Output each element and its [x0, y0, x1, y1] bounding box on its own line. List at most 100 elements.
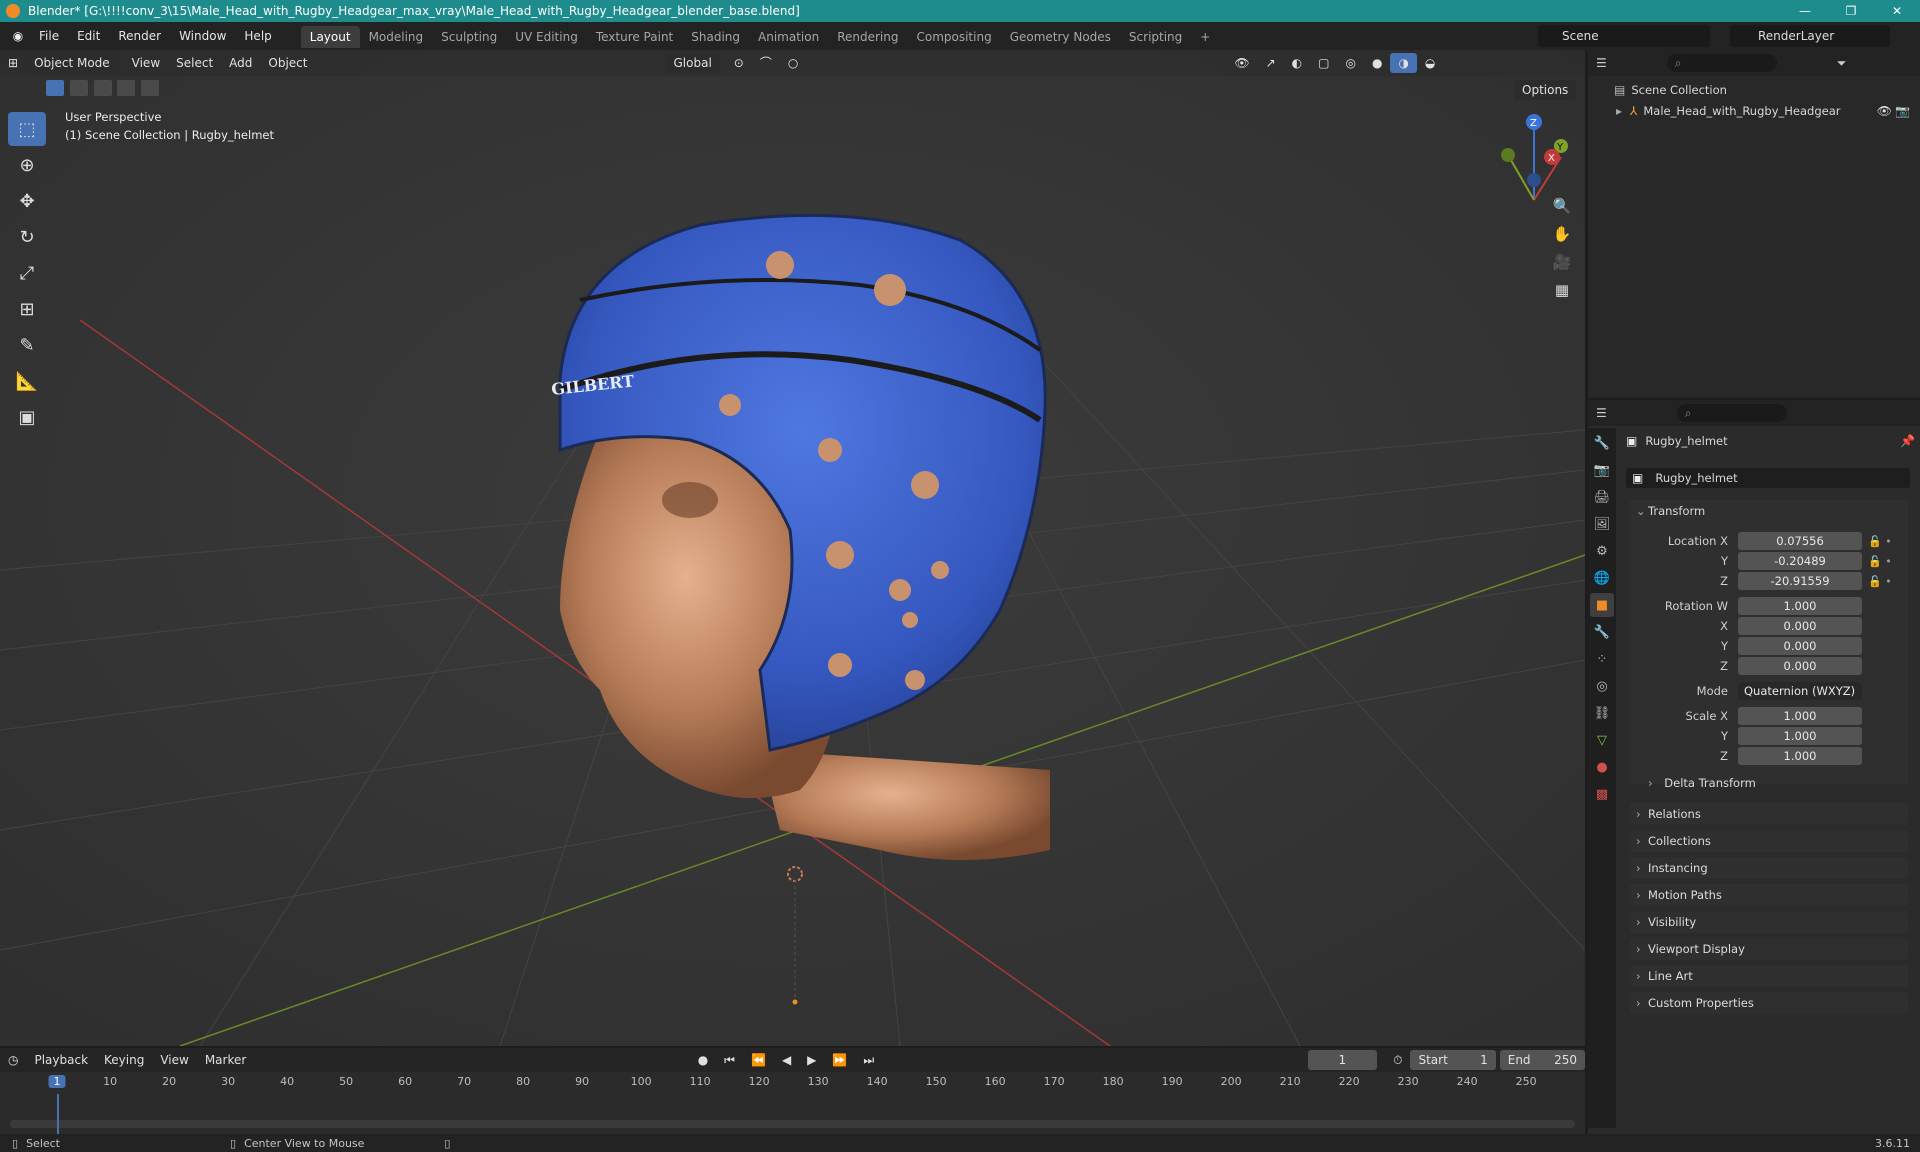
- panel-custom-properties[interactable]: Custom Properties: [1630, 992, 1908, 1014]
- outliner-row-scene-collection[interactable]: ▤ Scene Collection: [1588, 76, 1920, 98]
- rotation-w-field[interactable]: 1.000: [1738, 597, 1862, 615]
- transform-tool-icon[interactable]: ⊞: [8, 292, 46, 326]
- panel-viewport-display[interactable]: Viewport Display: [1630, 938, 1908, 960]
- play-icon[interactable]: ▶: [799, 1050, 824, 1070]
- record-icon[interactable]: ●: [690, 1050, 716, 1070]
- menu-marker[interactable]: Marker: [197, 1050, 254, 1070]
- properties-editor-icon[interactable]: ☰: [1596, 406, 1607, 420]
- jump-start-icon[interactable]: ⏮: [716, 1050, 743, 1070]
- scale-x-field[interactable]: 1.000: [1738, 707, 1862, 725]
- pan-hand-icon[interactable]: ✋: [1548, 220, 1576, 248]
- select-box-tool-icon[interactable]: ⬚: [8, 112, 46, 146]
- location-y-field[interactable]: -0.20489: [1738, 552, 1862, 570]
- proportional-edit-icon[interactable]: ○: [780, 53, 806, 73]
- menu-add[interactable]: Add: [221, 53, 260, 73]
- menu-select[interactable]: Select: [168, 53, 221, 73]
- menu-object[interactable]: Object: [260, 53, 315, 73]
- scale-tool-icon[interactable]: ⤢: [8, 256, 46, 290]
- menu-help[interactable]: Help: [235, 22, 280, 50]
- shading-material-icon[interactable]: ◑: [1390, 53, 1417, 73]
- menu-file[interactable]: File: [30, 22, 68, 50]
- render-layer-selector[interactable]: RenderLayer: [1730, 25, 1890, 47]
- tab-shading[interactable]: Shading: [682, 26, 749, 48]
- visibility-icon[interactable]: 👁: [1226, 53, 1257, 73]
- current-frame-field[interactable]: 1: [1307, 1050, 1378, 1070]
- object-datablock-field[interactable]: ▣ Rugby_helmet: [1626, 468, 1910, 488]
- panel-instancing[interactable]: Instancing: [1630, 857, 1908, 879]
- delta-transform-subpanel[interactable]: › Delta Transform: [1648, 776, 1756, 790]
- eye-visibility-icon[interactable]: 👁: [1877, 104, 1892, 118]
- scale-z-field[interactable]: 1.000: [1738, 747, 1862, 765]
- 3d-viewport[interactable]: GILBERT Z Y X: [0, 50, 1585, 1046]
- menu-edit[interactable]: Edit: [68, 22, 109, 50]
- view-layer-tab-icon[interactable]: 🖼: [1590, 512, 1614, 536]
- camera-view-icon[interactable]: 🎥: [1548, 248, 1576, 276]
- menu-view[interactable]: View: [124, 53, 168, 73]
- rotation-x-field[interactable]: 0.000: [1738, 617, 1862, 635]
- properties-search-input[interactable]: ⌕: [1676, 404, 1787, 422]
- tab-geometry-nodes[interactable]: Geometry Nodes: [1001, 26, 1120, 48]
- menu-window[interactable]: Window: [170, 22, 235, 50]
- tab-scripting[interactable]: Scripting: [1120, 26, 1191, 48]
- menu-render[interactable]: Render: [109, 22, 170, 50]
- add-cube-tool-icon[interactable]: ▣: [8, 400, 46, 434]
- rotation-z-field[interactable]: 0.000: [1738, 657, 1862, 675]
- tab-compositing[interactable]: Compositing: [907, 26, 1000, 48]
- panel-relations[interactable]: Relations: [1630, 803, 1908, 825]
- location-z-field[interactable]: -20.91559: [1738, 572, 1862, 590]
- tab-texture-paint[interactable]: Texture Paint: [587, 26, 682, 48]
- lock-icon[interactable]: 🔓 •: [1868, 532, 1908, 552]
- menu-timeline-view[interactable]: View: [152, 1050, 196, 1070]
- editor-type-icon[interactable]: ⊞: [0, 53, 26, 73]
- jump-end-icon[interactable]: ⏭: [855, 1050, 882, 1070]
- shading-wireframe-icon[interactable]: ◎: [1337, 53, 1363, 73]
- transform-orientation-dropdown[interactable]: Global: [665, 53, 720, 73]
- cursor-tool-icon[interactable]: ⊕: [8, 148, 46, 182]
- select-extend-icon[interactable]: [69, 80, 88, 96]
- shading-rendered-icon[interactable]: ◒: [1417, 53, 1443, 73]
- pivot-icon[interactable]: ⊙: [726, 53, 752, 73]
- location-x-field[interactable]: 0.07556: [1738, 532, 1862, 550]
- tab-uv-editing[interactable]: UV Editing: [506, 26, 587, 48]
- maximize-button[interactable]: ❐: [1828, 0, 1874, 22]
- close-button[interactable]: ✕: [1874, 0, 1920, 22]
- mode-dropdown[interactable]: Object Mode: [26, 53, 118, 73]
- rotation-mode-dropdown[interactable]: Quaternion (WXYZ): [1738, 682, 1862, 700]
- stopwatch-icon[interactable]: ⏱: [1385, 1050, 1410, 1070]
- render-visibility-icon[interactable]: 📷: [1895, 104, 1910, 118]
- tool-tab-icon[interactable]: 🔧: [1590, 431, 1614, 455]
- lock-icon[interactable]: 🔓 •: [1868, 552, 1908, 572]
- menu-keying[interactable]: Keying: [96, 1050, 152, 1070]
- rotation-y-field[interactable]: 0.000: [1738, 637, 1862, 655]
- lock-icon[interactable]: 🔓 •: [1868, 572, 1908, 592]
- pin-icon[interactable]: 📌: [1900, 434, 1915, 448]
- snap-icon[interactable]: ⌒: [752, 53, 780, 73]
- start-frame-field[interactable]: Start 1: [1410, 1050, 1496, 1070]
- panel-visibility[interactable]: Visibility: [1630, 911, 1908, 933]
- outliner-editor-icon[interactable]: ☰: [1596, 56, 1607, 70]
- zoom-icon[interactable]: 🔍: [1548, 192, 1576, 220]
- minimize-button[interactable]: —: [1782, 0, 1828, 22]
- measure-tool-icon[interactable]: 📐: [8, 364, 46, 398]
- next-keyframe-icon[interactable]: ⏩: [824, 1050, 855, 1070]
- panel-line-art[interactable]: Line Art: [1630, 965, 1908, 987]
- tab-animation[interactable]: Animation: [749, 26, 828, 48]
- output-tab-icon[interactable]: 🖨: [1590, 485, 1614, 509]
- panel-collections[interactable]: Collections: [1630, 830, 1908, 852]
- select-subtract-icon[interactable]: [93, 80, 112, 96]
- gizmo-toggle-icon[interactable]: ↗: [1258, 53, 1284, 73]
- blender-menu-icon[interactable]: ◉: [6, 29, 30, 43]
- options-dropdown[interactable]: Options: [1514, 80, 1577, 100]
- tab-modeling[interactable]: Modeling: [360, 26, 433, 48]
- expand-arrow-icon[interactable]: ▸: [1616, 104, 1622, 118]
- tab-layout[interactable]: Layout: [300, 26, 360, 48]
- filter-icon[interactable]: ⏷: [1837, 56, 1847, 71]
- select-new-icon[interactable]: [46, 80, 64, 96]
- tab-sculpting[interactable]: Sculpting: [432, 26, 506, 48]
- menu-playback[interactable]: Playback: [26, 1050, 96, 1070]
- xray-icon[interactable]: ▢: [1310, 53, 1337, 73]
- rotate-tool-icon[interactable]: ↻: [8, 220, 46, 254]
- annotate-tool-icon[interactable]: ✎: [8, 328, 46, 362]
- add-workspace-button[interactable]: +: [1191, 26, 1219, 48]
- transform-panel-header[interactable]: ⌄ Transform: [1630, 500, 1908, 522]
